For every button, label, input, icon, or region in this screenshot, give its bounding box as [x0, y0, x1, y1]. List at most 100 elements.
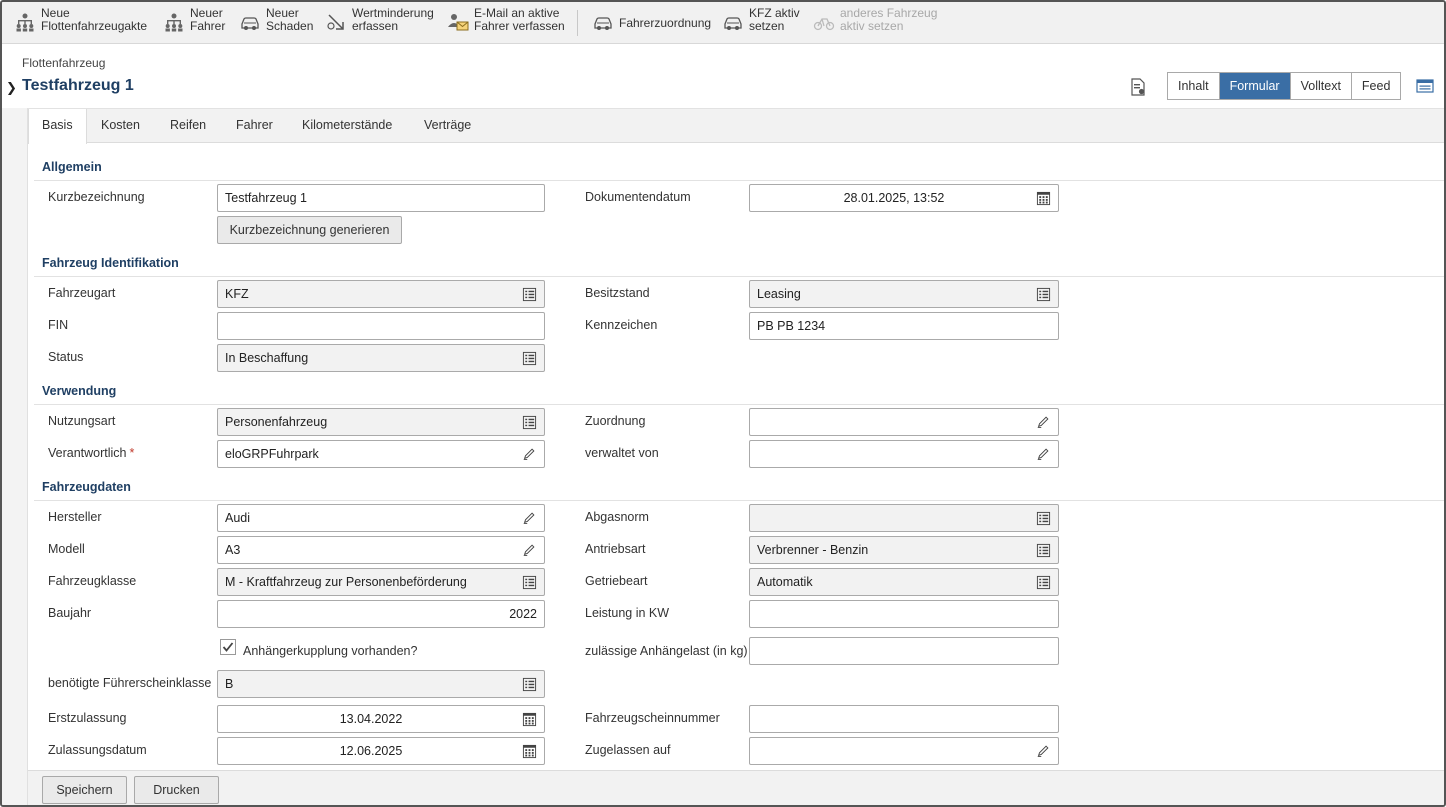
edit-pencil-icon[interactable] — [521, 510, 537, 526]
tab-basis[interactable]: Basis — [28, 109, 87, 144]
fahrzeugscheinnummer-field[interactable] — [749, 705, 1059, 733]
tab-vertraege[interactable]: Verträge — [411, 109, 484, 143]
label-zugelassen-auf: Zugelassen auf — [585, 743, 671, 757]
section-verwendung: Verwendung — [42, 384, 117, 398]
list-picker-icon[interactable] — [1035, 542, 1051, 558]
expand-arrow-icon[interactable]: ❯ — [6, 80, 17, 96]
label-baujahr: Baujahr — [48, 606, 92, 620]
new-fleet-file-button[interactable]: Neue Flottenfahrzeugakte — [14, 7, 147, 39]
anhaengelast-field[interactable] — [749, 637, 1059, 665]
tab-kilometerstaende[interactable]: Kilometerstände — [289, 109, 405, 143]
calendar-icon[interactable] — [521, 743, 537, 759]
fuehrerscheinklasse-select[interactable]: B — [217, 670, 545, 698]
antriebsart-select[interactable]: Verbrenner - Benzin — [749, 536, 1059, 564]
label-fahrzeugart: Fahrzeugart — [48, 286, 116, 300]
edit-pencil-icon[interactable] — [521, 542, 537, 558]
dokumentendatum-field[interactable]: 28.01.2025, 13:52 — [749, 184, 1059, 212]
app-window: Neue Flottenfahrzeugakte Neuer Fahrer Neue… — [0, 0, 1446, 807]
view-tab-volltext[interactable]: Volltext — [1290, 73, 1352, 99]
list-picker-icon[interactable] — [521, 414, 537, 430]
new-damage-car-icon — [239, 11, 261, 33]
erstzulassung-field[interactable]: 13.04.2022 — [217, 705, 545, 733]
verwaltet-von-field[interactable] — [749, 440, 1059, 468]
checkmark-icon — [222, 642, 234, 652]
calendar-icon[interactable] — [1035, 190, 1051, 206]
label-modell: Modell — [48, 542, 85, 556]
label-status: Status — [48, 350, 84, 364]
depreciation-button[interactable]: Wertminderung erfassen — [325, 7, 434, 39]
save-button[interactable]: Speichern — [42, 776, 127, 804]
kurzbezeichnung-field[interactable]: Testfahrzeug 1 — [217, 184, 545, 212]
fin-field[interactable] — [217, 312, 545, 340]
getriebeart-select[interactable]: Automatik — [749, 568, 1059, 596]
calendar-icon[interactable] — [521, 711, 537, 727]
status-select[interactable]: In Beschaffung — [217, 344, 545, 372]
list-picker-icon[interactable] — [521, 286, 537, 302]
edit-pencil-icon[interactable] — [521, 446, 537, 462]
tab-kosten[interactable]: Kosten — [88, 109, 153, 143]
new-driver-button[interactable]: Neuer Fahrer — [163, 7, 225, 39]
label-hersteller: Hersteller — [48, 510, 102, 524]
baujahr-field[interactable]: 2022 — [217, 600, 545, 628]
nutzungsart-select[interactable]: Personenfahrzeug — [217, 408, 545, 436]
form-footer — [28, 770, 1444, 805]
tab-reifen[interactable]: Reifen — [157, 109, 219, 143]
tab-fahrer[interactable]: Fahrer — [223, 109, 286, 143]
section-divider — [34, 404, 1444, 405]
leistung-field[interactable] — [749, 600, 1059, 628]
edit-pencil-icon[interactable] — [1035, 414, 1051, 430]
kennzeichen-field[interactable]: PB PB 1234 — [749, 312, 1059, 340]
edit-pencil-icon[interactable] — [1035, 446, 1051, 462]
side-panel-icon[interactable] — [1416, 79, 1434, 96]
print-button[interactable]: Drucken — [134, 776, 219, 804]
breadcrumb: Flottenfahrzeug — [22, 56, 106, 70]
list-picker-icon[interactable] — [521, 574, 537, 590]
email-active-drivers-button[interactable]: E-Mail an aktive Fahrer verfassen — [447, 7, 565, 39]
label-zulassungsdatum: Zulassungsdatum — [48, 743, 147, 757]
list-picker-icon[interactable] — [1035, 286, 1051, 302]
set-car-active-icon — [722, 11, 744, 33]
view-tab-inhalt[interactable]: Inhalt — [1168, 73, 1220, 99]
edit-pencil-icon[interactable] — [1035, 743, 1051, 759]
view-tab-formular[interactable]: Formular — [1219, 73, 1291, 99]
document-info-icon[interactable] — [1130, 78, 1146, 99]
anhaengerkupplung-checkbox[interactable] — [220, 639, 236, 655]
besitzstand-select[interactable]: Leasing — [749, 280, 1059, 308]
abgasnorm-select[interactable] — [749, 504, 1059, 532]
set-other-vehicle-active-icon — [813, 11, 835, 33]
new-driver-icon — [163, 11, 185, 33]
left-gutter — [2, 108, 28, 805]
set-other-vehicle-active-button[interactable]: anderes Fahrzeug aktiv setzen — [813, 7, 937, 39]
depreciation-icon — [325, 11, 347, 33]
email-drivers-icon — [447, 11, 469, 33]
modell-field[interactable]: A3 — [217, 536, 545, 564]
label-fahrzeugklasse: Fahrzeugklasse — [48, 574, 137, 588]
view-tab-feed[interactable]: Feed — [1351, 73, 1401, 99]
verantwortlich-field[interactable]: eloGRPFuhrpark — [217, 440, 545, 468]
fahrzeugart-select[interactable]: KFZ — [217, 280, 545, 308]
zulassungsdatum-field[interactable]: 12.06.2025 — [217, 737, 545, 765]
zuordnung-field[interactable] — [749, 408, 1059, 436]
section-identifikation: Fahrzeug Identifikation — [42, 256, 179, 270]
list-picker-icon[interactable] — [521, 350, 537, 366]
hersteller-field[interactable]: Audi — [217, 504, 545, 532]
label-nutzungsart: Nutzungsart — [48, 414, 116, 428]
set-car-active-button[interactable]: KFZ aktiv setzen — [722, 7, 800, 39]
fahrzeugklasse-select[interactable]: M - Kraftfahrzeug zur Personenbeförderun… — [217, 568, 545, 596]
form-tabs: Basis Kosten Reifen Fahrer Kilometerstän… — [28, 108, 1444, 144]
label-fin: FIN — [48, 318, 69, 332]
new-damage-button[interactable]: Neuer Schaden — [239, 7, 313, 39]
list-picker-icon[interactable] — [1035, 510, 1051, 526]
section-allgemein: Allgemein — [42, 160, 102, 174]
driver-assignment-icon — [592, 11, 614, 33]
section-divider — [34, 500, 1444, 501]
zugelassen-auf-field[interactable] — [749, 737, 1059, 765]
list-picker-icon[interactable] — [1035, 574, 1051, 590]
label-abgasnorm: Abgasnorm — [585, 510, 649, 524]
driver-assignment-button[interactable]: Fahrerzuordnung — [592, 7, 711, 39]
label-anhaengelast: zulässige Anhängelast (in kg) — [585, 644, 748, 658]
generate-short-name-button[interactable]: Kurzbezeichnung generieren — [217, 216, 402, 244]
view-switcher: Inhalt Formular Volltext Feed — [1167, 72, 1402, 100]
label-fahrzeugscheinnummer: Fahrzeugscheinnummer — [585, 711, 720, 725]
list-picker-icon[interactable] — [521, 676, 537, 692]
